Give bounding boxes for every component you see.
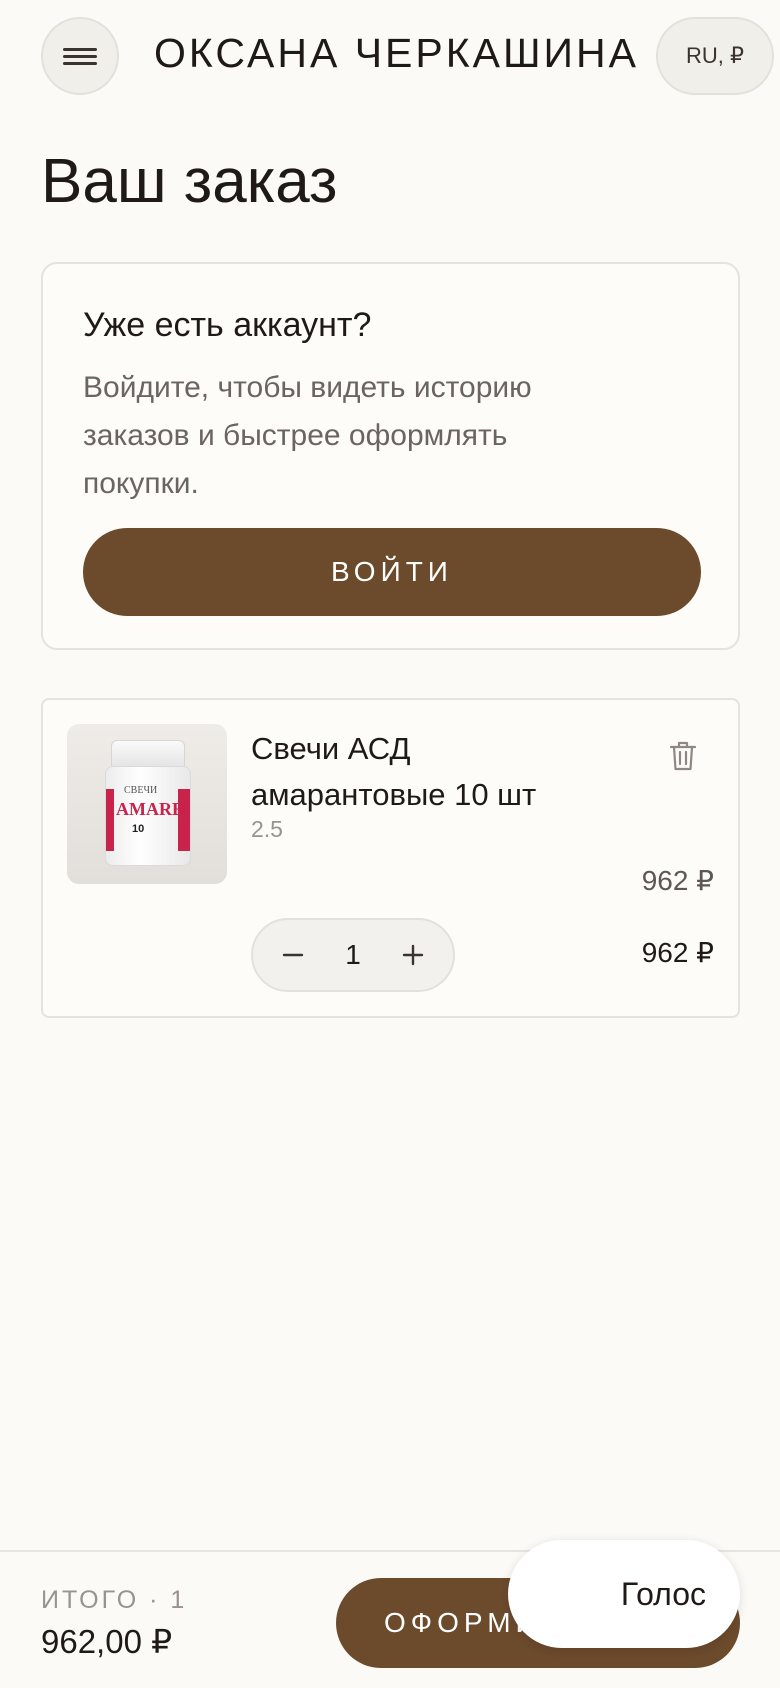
- unit-price: 962 ₽: [641, 865, 714, 896]
- trash-icon: [669, 741, 697, 771]
- page-title: Ваш заказ: [41, 147, 338, 216]
- line-total-price: 962 ₽: [641, 937, 714, 968]
- locale-currency-button[interactable]: RU, ₽: [656, 17, 774, 95]
- minus-icon: [282, 953, 304, 957]
- product-name[interactable]: Свечи АСД амарантовые 10 шт: [251, 726, 591, 818]
- cart-item: СВЕЧИ AMARE 10 Свечи АСД амарантовые 10 …: [41, 698, 740, 1018]
- product-jar-illustration: СВЕЧИ AMARE 10: [105, 740, 191, 868]
- menu-button[interactable]: [41, 17, 119, 95]
- login-card: Уже есть аккаунт? Войдите, чтобы видеть …: [41, 262, 740, 650]
- brand-title[interactable]: ОКСАНА ЧЕРКАШИНА: [154, 30, 639, 77]
- login-card-title: Уже есть аккаунт?: [83, 306, 372, 344]
- total-value: 962,00 ₽: [41, 1623, 173, 1660]
- jar-label-small: СВЕЧИ: [124, 785, 158, 796]
- total-label: ИТОГО · 1: [41, 1586, 188, 1614]
- hamburger-icon: [63, 44, 97, 69]
- product-variant: 2.5: [251, 816, 283, 842]
- voice-button[interactable]: Голос: [508, 1540, 740, 1648]
- login-button[interactable]: ВОЙТИ: [83, 528, 701, 616]
- increase-quantity-button[interactable]: [383, 920, 443, 990]
- product-image[interactable]: СВЕЧИ AMARE 10: [67, 724, 227, 884]
- quantity-value[interactable]: 1: [323, 920, 383, 990]
- quantity-stepper: 1: [251, 918, 455, 992]
- decrease-quantity-button[interactable]: [263, 920, 323, 990]
- order-page: ОКСАНА ЧЕРКАШИНА RU, ₽ Ваш заказ Уже ест…: [0, 0, 780, 1688]
- jar-label-brand: AMARE: [116, 799, 184, 819]
- remove-item-button[interactable]: [663, 736, 703, 776]
- jar-label-count: 10: [132, 823, 145, 835]
- login-card-description: Войдите, чтобы видеть историю заказов и …: [83, 371, 532, 500]
- plus-icon: [402, 944, 424, 966]
- top-header: ОКСАНА ЧЕРКАШИНА RU, ₽: [0, 0, 780, 112]
